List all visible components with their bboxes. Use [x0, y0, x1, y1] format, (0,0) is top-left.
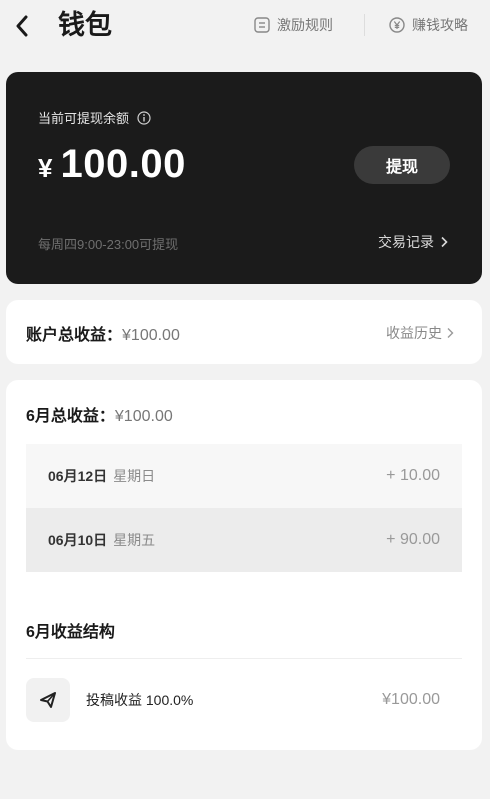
yen-coin-icon [389, 17, 405, 33]
earning-amount: + 10.00 [386, 467, 440, 484]
account-total-value: ¥100.00 [122, 327, 180, 344]
chevron-left-icon [16, 15, 28, 37]
incentive-rules-label: 激励规则 [277, 17, 333, 33]
transaction-records-link[interactable]: 交易记录 [378, 232, 448, 252]
month-total-label: 6月总收益： [26, 408, 115, 425]
monthly-earnings-card: 6月总收益：¥100.00 06月12日 星期日 + 10.00 06月10日 星期… [6, 380, 482, 750]
divider [26, 658, 462, 659]
earnings-history-link[interactable]: 收益历史 [386, 323, 454, 343]
month-total-value: ¥100.00 [114, 408, 173, 425]
structure-label: 投稿收益 100.0% [86, 692, 194, 708]
top-bar: 钱包 激励规则 赚钱攻略 [0, 0, 490, 52]
weekday-label: 星期日 [113, 468, 156, 484]
balance-value: 100.00 [60, 142, 186, 186]
info-icon[interactable] [137, 110, 151, 125]
balance-card: 当前可提现余额 ¥ 100.00 提现 每周四9:00-23:00可提现 交易记… [6, 72, 482, 284]
withdraw-schedule-note: 每周四9:00-23:00可提现 [38, 237, 179, 252]
account-total-card: 账户总收益：¥100.00 收益历史 [6, 300, 482, 364]
withdraw-button[interactable]: 提现 [354, 146, 450, 184]
earning-guide-label: 赚钱攻略 [412, 17, 468, 33]
daily-earnings-list: 06月12日 星期日 + 10.00 06月10日 星期五 + 90.00 [26, 444, 462, 572]
account-total: 账户总收益：¥100.00 [26, 321, 180, 345]
back-button[interactable] [10, 12, 34, 40]
earnings-structure-title: 6月收益结构 [26, 624, 115, 641]
structure-amount: ¥100.00 [382, 691, 440, 708]
weekday-label: 星期五 [113, 532, 156, 548]
currency-symbol: ¥ [38, 153, 53, 183]
balance-label-row: 当前可提现余额 [38, 108, 151, 127]
page-title: 钱包 [58, 10, 112, 40]
chevron-right-icon [447, 328, 454, 338]
earning-amount: + 90.00 [386, 531, 440, 548]
balance-amount: ¥ 100.00 [38, 142, 186, 187]
account-total-label: 账户总收益： [26, 327, 123, 344]
transaction-records-label: 交易记录 [378, 234, 434, 250]
balance-label: 当前可提现余额 [38, 111, 130, 126]
top-divider [364, 14, 365, 36]
list-item[interactable]: 06月10日 星期五 + 90.00 [26, 508, 462, 572]
earnings-history-label: 收益历史 [386, 325, 442, 341]
earnings-structure-item: 投稿收益 100.0% ¥100.00 [26, 678, 462, 722]
earning-guide-link[interactable]: 赚钱攻略 [388, 14, 468, 36]
paper-plane-icon [26, 678, 70, 722]
date-label: 06月10日 [48, 532, 108, 548]
date-label: 06月12日 [48, 468, 108, 484]
document-icon [254, 17, 270, 33]
chevron-right-icon [441, 236, 448, 248]
earning-date: 06月12日 星期日 [48, 466, 155, 486]
incentive-rules-link[interactable]: 激励规则 [253, 14, 333, 36]
month-total: 6月总收益：¥100.00 [26, 402, 173, 426]
list-item[interactable]: 06月12日 星期日 + 10.00 [26, 444, 462, 508]
earning-date: 06月10日 星期五 [48, 530, 155, 550]
